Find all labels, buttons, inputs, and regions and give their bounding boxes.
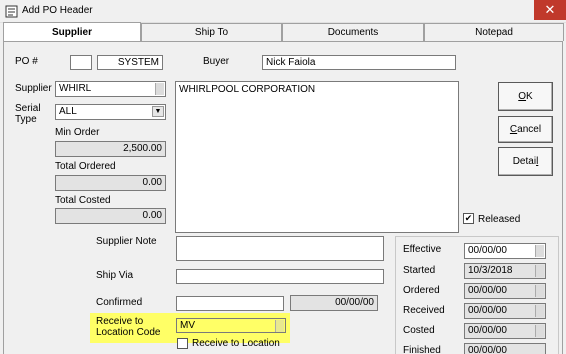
total-ordered-field: 0.00: [55, 175, 166, 191]
total-costed-label: Total Costed: [55, 195, 111, 206]
chevron-down-icon[interactable]: ▼: [152, 106, 164, 117]
supplier-lookup-handle[interactable]: [155, 83, 164, 95]
started-date-field: 10/3/2018: [464, 263, 546, 279]
ship-via-label: Ship Via: [96, 270, 134, 281]
finished-date-field: 00/00/00: [464, 343, 546, 354]
ordered-date-field: 00/00/00: [464, 283, 546, 299]
tab-supplier[interactable]: Supplier: [3, 22, 141, 41]
ship-via-field[interactable]: [176, 269, 384, 284]
serial-type-label: Serial Type: [15, 103, 41, 125]
receive-to-location-label: Receive to Location: [192, 338, 280, 349]
supplier-label: Supplier: [15, 83, 52, 94]
effective-label: Effective: [403, 244, 442, 255]
serial-type-select[interactable]: ALL ▼: [55, 104, 166, 120]
document-icon: [5, 5, 18, 18]
supplier-name-field: WHIRLPOOL CORPORATION: [175, 81, 459, 233]
effective-date-picker[interactable]: [535, 245, 544, 257]
tab-notepad[interactable]: Notepad: [424, 23, 564, 41]
tab-ship-to[interactable]: Ship To: [141, 23, 282, 41]
ordered-label: Ordered: [403, 285, 440, 296]
confirmed-date-field: 00/00/00: [290, 295, 378, 311]
window-title: Add PO Header: [22, 5, 93, 16]
received-date-field: 00/00/00: [464, 303, 546, 319]
costed-label: Costed: [403, 325, 435, 336]
released-checkbox[interactable]: ✔: [463, 213, 474, 224]
started-date-picker: [535, 265, 544, 277]
title-bar: Add PO Header ✕: [0, 0, 566, 23]
received-label: Received: [403, 305, 445, 316]
costed-date-picker: [535, 325, 544, 337]
ordered-date-picker: [535, 285, 544, 297]
supplier-note-label: Supplier Note: [96, 236, 157, 247]
total-ordered-label: Total Ordered: [55, 161, 116, 172]
supplier-code-field[interactable]: WHIRL: [55, 81, 166, 97]
supplier-note-field[interactable]: [176, 236, 384, 261]
po-prefix-field[interactable]: [70, 55, 92, 70]
received-date-picker: [535, 305, 544, 317]
costed-date-field: 00/00/00: [464, 323, 546, 339]
receive-location-lookup-handle[interactable]: [275, 320, 284, 332]
min-order-field: 2,500.00: [55, 141, 166, 157]
close-button[interactable]: ✕: [534, 0, 566, 20]
tab-documents[interactable]: Documents: [282, 23, 424, 41]
confirmed-label: Confirmed: [96, 297, 143, 308]
min-order-label: Min Order: [55, 127, 100, 138]
buyer-label: Buyer: [203, 56, 230, 67]
started-label: Started: [403, 265, 436, 276]
receive-location-label: Receive to Location Code: [96, 316, 161, 338]
finished-label: Finished: [403, 345, 441, 354]
detail-button[interactable]: Detail: [498, 147, 553, 176]
checkmark-icon: ✔: [464, 213, 473, 223]
effective-date-field[interactable]: 00/00/00: [464, 243, 546, 259]
ok-button[interactable]: OK: [498, 82, 553, 111]
receive-to-location-checkbox[interactable]: [177, 338, 188, 349]
total-costed-field: 0.00: [55, 208, 166, 224]
cancel-button[interactable]: Cancel: [498, 116, 553, 143]
buyer-field[interactable]: Nick Faiola: [262, 55, 456, 70]
close-icon: ✕: [544, 2, 556, 17]
receive-location-field[interactable]: MV: [176, 318, 286, 333]
po-number-field[interactable]: SYSTEM: [97, 55, 163, 70]
released-label: Released: [478, 214, 521, 225]
po-label: PO #: [15, 56, 38, 67]
tab-strip: Supplier Ship To Documents Notepad: [0, 22, 566, 41]
confirmed-field[interactable]: [176, 296, 284, 311]
